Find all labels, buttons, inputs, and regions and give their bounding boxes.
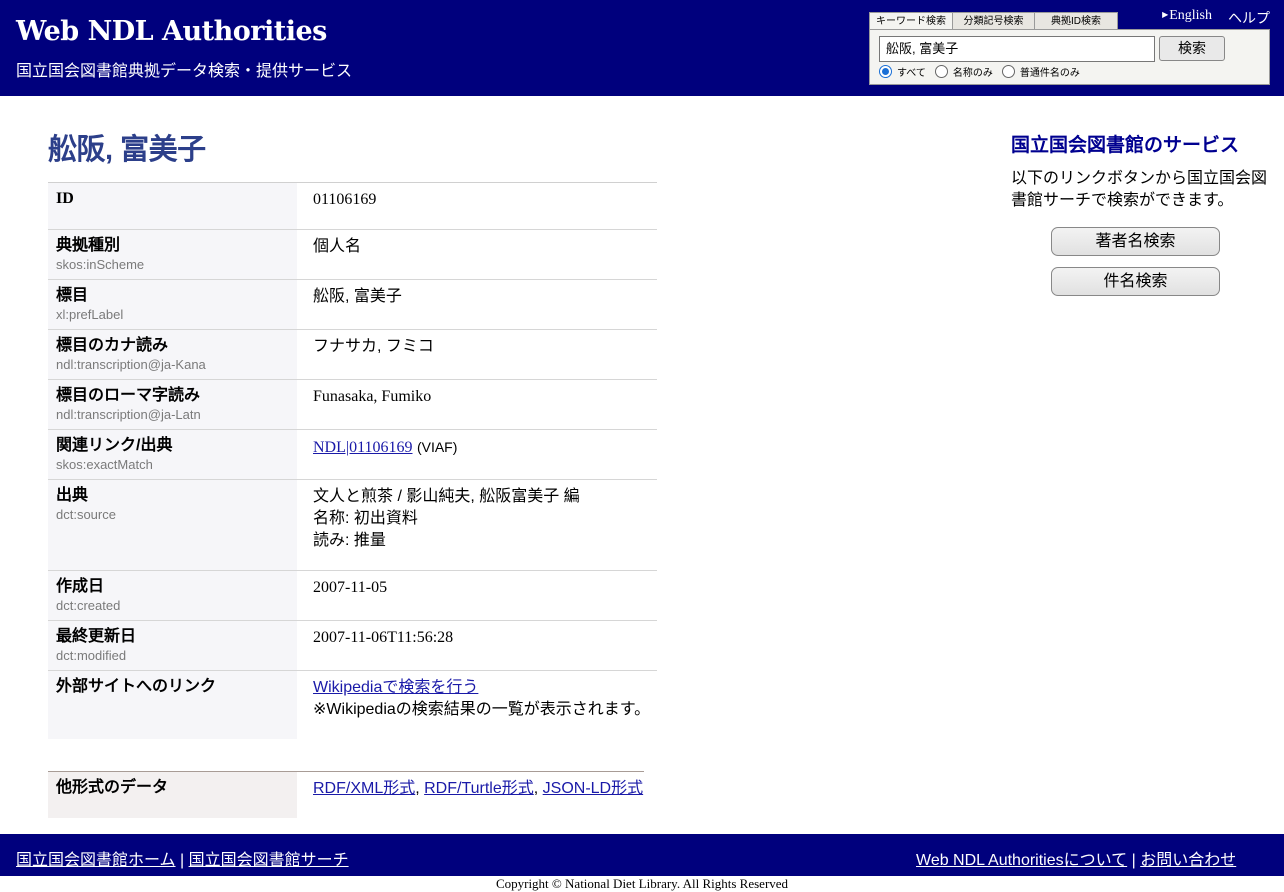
field-label: ID — [56, 190, 74, 207]
sidebar-description: 以下のリンクボタンから国立国会図書館サーチで検索ができます。 — [1011, 170, 1268, 209]
copyright: Copyright © National Diet Library. All R… — [495, 876, 789, 891]
field-label-cell: 標目のカナ読み ndl:transcription@ja-Kana — [48, 330, 297, 379]
field-value: Wikipediaで検索を行う ※Wikipediaの検索結果の一覧が表示されま… — [297, 671, 657, 739]
subject-search-button[interactable]: 件名検索 — [1051, 267, 1220, 296]
field-label: 作成日 — [56, 578, 105, 595]
wikipedia-note: ※Wikipediaの検索結果の一覧が表示されます。 — [313, 701, 651, 718]
field-label-cell: 外部サイトへのリンク — [48, 671, 297, 739]
table-row: 典拠種別 skos:inScheme 個人名 — [48, 230, 657, 280]
field-label: 出典 — [56, 487, 89, 504]
ndl-search-link[interactable]: 国立国会図書館サーチ — [189, 852, 349, 869]
field-property: skos:exactMatch — [56, 457, 153, 472]
field-property: xl:prefLabel — [56, 307, 124, 322]
contact-link[interactable]: お問い合わせ — [1140, 852, 1236, 869]
table-row: 標目のカナ読み ndl:transcription@ja-Kana フナサカ, … — [48, 330, 657, 380]
field-label-cell: ID — [48, 183, 297, 229]
site-title[interactable]: Web NDL Authorities — [16, 16, 327, 47]
field-value: 文人と煎茶 / 影山純夫, 舩阪富美子 編 名称: 初出資料 読み: 推量 — [297, 480, 657, 570]
field-label-cell: 標目のローマ字読み ndl:transcription@ja-Latn — [48, 380, 297, 429]
field-label-cell: 作成日 dct:created — [48, 571, 297, 620]
field-label: 標目 — [56, 287, 89, 304]
site-footer: 国立国会図書館ホーム | 国立国会図書館サーチ Web NDL Authorit… — [0, 834, 1284, 876]
field-value: NDL|01106169 (VIAF) — [297, 430, 657, 479]
table-row: 出典 dct:source 文人と煎茶 / 影山純夫, 舩阪富美子 編 名称: … — [48, 480, 657, 571]
footer-left-links: 国立国会図書館ホーム | 国立国会図書館サーチ — [16, 846, 349, 870]
search-tabs: キーワード検索 分類記号検索 典拠ID検索 — [869, 12, 1118, 30]
field-value: 個人名 — [313, 238, 362, 255]
record-table: ID 01106169 典拠種別 skos:inScheme 個人名 標目 xl… — [48, 182, 657, 739]
rdf-xml-link[interactable]: RDF/XML形式 — [313, 780, 415, 797]
json-ld-link[interactable]: JSON-LD形式 — [543, 780, 643, 797]
radio-names-only-label: 名称のみ — [952, 68, 993, 79]
table-row: 標目のローマ字読み ndl:transcription@ja-Latn Funa… — [48, 380, 657, 430]
field-value: 2007-11-06T11:56:28 — [313, 629, 454, 646]
separator: , — [415, 780, 425, 797]
field-label: 最終更新日 — [56, 628, 137, 645]
field-property: dct:modified — [56, 648, 127, 663]
field-label: 外部サイトへのリンク — [56, 678, 217, 695]
formats-links: RDF/XML形式, RDF/Turtle形式, JSON-LD形式 — [297, 772, 643, 818]
radio-names-only[interactable] — [934, 65, 948, 78]
source-line: 文人と煎茶 / 影山純夫, 舩阪富美子 編 — [313, 488, 580, 505]
field-value: 01106169 — [313, 191, 377, 208]
field-property: dct:created — [56, 598, 121, 613]
radio-subjects-only-label: 普通件名のみ — [1019, 68, 1080, 79]
tab-authority-id-search[interactable]: 典拠ID検索 — [1034, 12, 1118, 30]
ndl-link[interactable]: NDL|01106169 — [313, 439, 413, 456]
about-link[interactable]: Web NDL Authoritiesについて — [916, 852, 1127, 869]
field-label-cell: 関連リンク/出典 skos:exactMatch — [48, 430, 297, 479]
source-line: 読み: 推量 — [313, 532, 386, 549]
table-row: 最終更新日 dct:modified 2007-11-06T11:56:28 — [48, 621, 657, 671]
table-row: ID 01106169 — [48, 183, 657, 230]
radio-all[interactable] — [879, 65, 892, 78]
field-property: dct:source — [56, 507, 116, 522]
viaf-note: (VIAF) — [416, 439, 458, 455]
field-label: 標目のカナ読み — [56, 337, 169, 354]
field-property: skos:inScheme — [56, 257, 145, 272]
radio-all-label: すべて — [897, 68, 926, 79]
site-header: Web NDL Authorities 国立国会図書館典拠データ検索・提供サービ… — [0, 0, 1284, 96]
sidebar-title: 国立国会図書館のサービス — [1011, 135, 1240, 156]
formats-label: 他形式のデータ — [56, 779, 169, 796]
field-label: 関連リンク/出典 — [56, 437, 173, 454]
field-property: ndl:transcription@ja-Kana — [56, 357, 206, 372]
field-value: Funasaka, Fumiko — [313, 388, 432, 405]
separator: | — [1127, 852, 1141, 869]
search-button[interactable]: 検索 — [1159, 36, 1225, 61]
search-input[interactable]: 舩阪, 富美子 — [879, 36, 1155, 62]
footer-right-links: Web NDL Authoritiesについて | お問い合わせ — [916, 846, 1236, 870]
field-label: 標目のローマ字読み — [56, 387, 201, 404]
ndl-home-link[interactable]: 国立国会図書館ホーム — [16, 852, 176, 869]
field-label-cell: 出典 dct:source — [48, 480, 297, 570]
rdf-turtle-link[interactable]: RDF/Turtle形式 — [424, 780, 534, 797]
separator: | — [175, 852, 189, 869]
search-panel: 舩阪, 富美子 検索 すべて 名称のみ 普通件名のみ — [869, 29, 1270, 85]
site-subtitle: 国立国会図書館典拠データ検索・提供サービス — [16, 63, 353, 80]
field-value: 舩阪, 富美子 — [313, 288, 402, 305]
source-line: 名称: 初出資料 — [313, 510, 418, 527]
search-box: キーワード検索 分類記号検索 典拠ID検索 舩阪, 富美子 検索 すべて 名称の… — [869, 12, 1270, 85]
formats-label-cell: 他形式のデータ — [48, 772, 297, 818]
field-value: フナサカ, フミコ — [313, 338, 434, 355]
table-row: 外部サイトへのリンク Wikipediaで検索を行う ※Wikipediaの検索… — [48, 671, 657, 739]
search-scope-options: すべて 名称のみ 普通件名のみ — [876, 64, 1086, 79]
field-label: 典拠種別 — [56, 237, 121, 254]
author-search-button[interactable]: 著者名検索 — [1051, 227, 1220, 256]
other-formats-row: 他形式のデータ RDF/XML形式, RDF/Turtle形式, JSON-LD… — [48, 771, 644, 818]
page-title: 舩阪, 富美子 — [48, 134, 206, 166]
field-property: ndl:transcription@ja-Latn — [56, 407, 201, 422]
separator: , — [533, 780, 543, 797]
table-row: 標目 xl:prefLabel 舩阪, 富美子 — [48, 280, 657, 330]
wikipedia-search-link[interactable]: Wikipediaで検索を行う — [313, 677, 657, 699]
tab-keyword-search[interactable]: キーワード検索 — [869, 12, 953, 30]
tab-classification-search[interactable]: 分類記号検索 — [952, 12, 1035, 30]
table-row: 関連リンク/出典 skos:exactMatch NDL|01106169 (V… — [48, 430, 657, 480]
table-row: 作成日 dct:created 2007-11-05 — [48, 571, 657, 621]
field-label-cell: 最終更新日 dct:modified — [48, 621, 297, 670]
field-label-cell: 標目 xl:prefLabel — [48, 280, 297, 329]
radio-subjects-only[interactable] — [1001, 65, 1015, 78]
field-label-cell: 典拠種別 skos:inScheme — [48, 230, 297, 279]
field-value: 2007-11-05 — [313, 579, 388, 596]
